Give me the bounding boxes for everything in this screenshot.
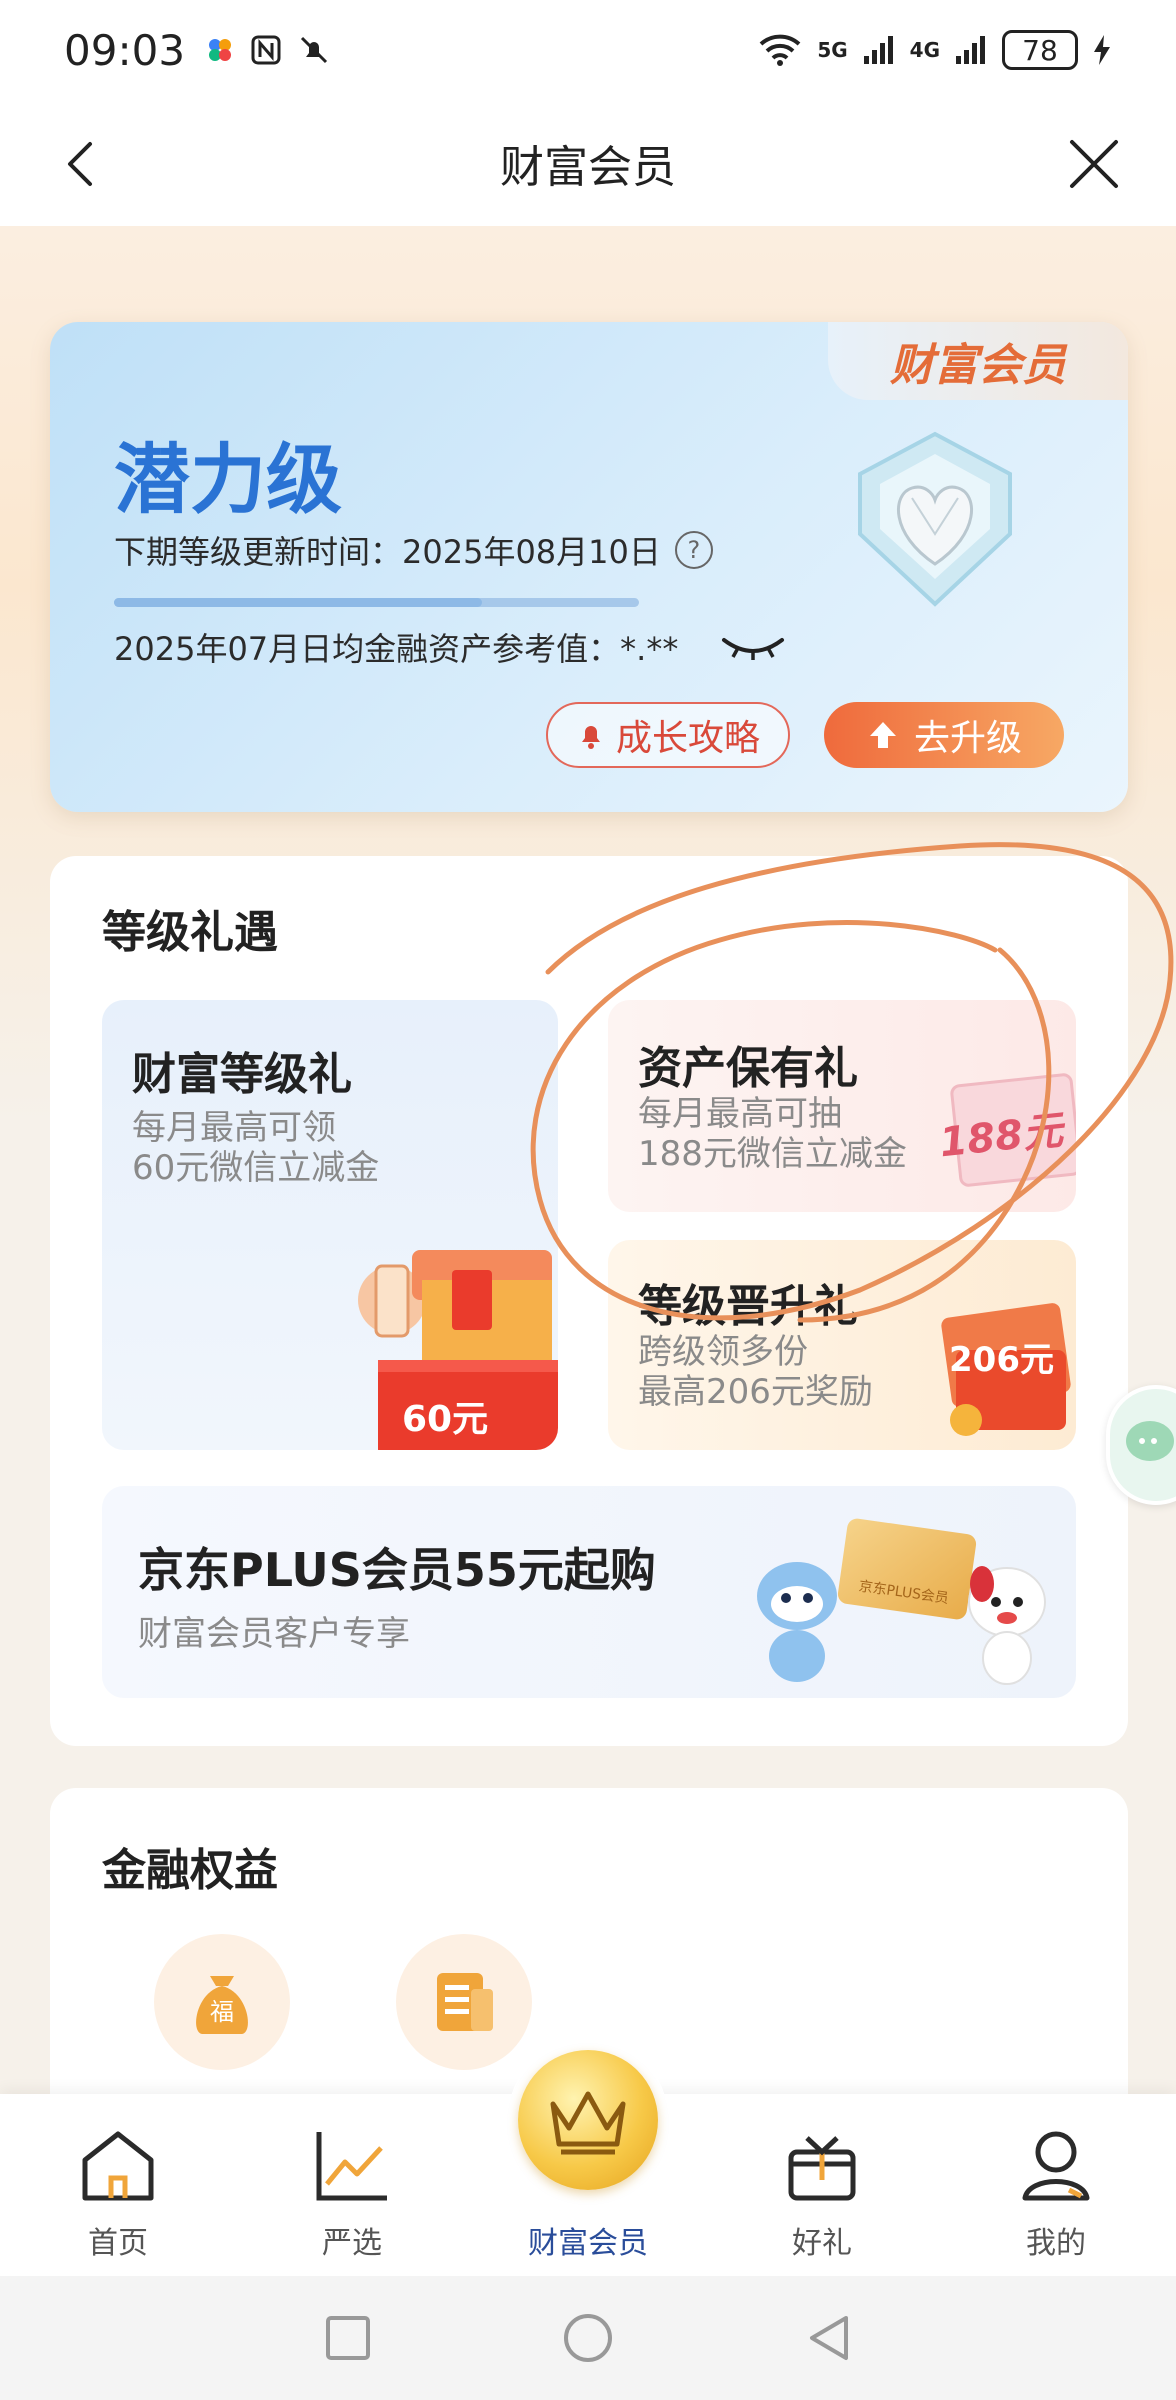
nav-bar: 财富会员 (0, 100, 1176, 226)
wealth-gift-title: 财富等级礼 (132, 1049, 352, 1100)
back-icon[interactable] (52, 134, 112, 194)
signal-icon-2 (956, 36, 985, 64)
plus-offer-title: 京东PLUS会员55元起购 (138, 1543, 656, 1597)
level-progress-fill (114, 598, 482, 607)
asset-reference: 2025年07月日均金融资产参考值：*.** (114, 630, 679, 668)
upgrade-gift-badge: 206元 (949, 1340, 1054, 1380)
chat-bubble-icon (1126, 1421, 1174, 1461)
tab-wealth-member-label: 财富会员 (528, 2226, 648, 2261)
tab-gifts[interactable]: 好礼 (732, 2094, 912, 2276)
tab-home-label: 首页 (88, 2226, 148, 2261)
wifi-icon (759, 34, 801, 66)
finance-title: 金融权益 (102, 1845, 278, 1896)
upgrade-gift-line1: 跨级领多份 (638, 1332, 808, 1372)
asset-holding-gift-tile[interactable]: 资产保有礼 每月最高可抽 188元微信立减金 188元 (608, 1000, 1076, 1212)
bottom-tab-bar: 首页 严选 财富会员 好礼 我的 (0, 2038, 1176, 2276)
network-4g-label: 4G (909, 38, 940, 62)
plus-offer-subtitle: 财富会员客户专享 (138, 1614, 410, 1654)
lucky-bag-char: 福 (210, 1997, 234, 2026)
jd-plus-offer-tile[interactable]: 京东PLUS会员55元起购 财富会员客户专享 京东PLUS会员 (102, 1486, 1076, 1698)
benefits-title: 等级礼遇 (102, 907, 278, 958)
home-icon (82, 2131, 154, 2201)
wealth-gift-badge: 60元 (402, 1399, 489, 1440)
help-icon[interactable]: ? (674, 531, 713, 569)
plus-card-label: 京东PLUS会员 (857, 1578, 950, 1607)
app-notification-icon (209, 39, 232, 61)
wealth-gift-line1: 每月最高可领 (132, 1108, 336, 1148)
document-benefit-icon[interactable] (396, 1934, 532, 2070)
home-circle-icon[interactable] (562, 2312, 614, 2364)
level-benefits-panel: 等级礼遇 财富等级礼 每月最高可领 60元微信立减金 60元 资产保有礼 每月最… (50, 856, 1128, 1746)
mascot-dog-icon (968, 1566, 1046, 1685)
tab-profile[interactable]: 我的 (966, 2094, 1146, 2276)
growth-guide-label: 成长攻略 (615, 718, 760, 759)
user-icon (1022, 2131, 1090, 2201)
back-triangle-icon[interactable] (804, 2312, 852, 2364)
level-upgrade-gift-tile[interactable]: 等级晋升礼 跨级领多份 最高206元奖励 206元 (608, 1240, 1076, 1450)
status-bar: 09:03 5G 4G 78 (0, 0, 1176, 100)
bell-icon (581, 726, 600, 749)
mute-icon (300, 36, 328, 64)
system-navigation-bar (0, 2276, 1176, 2400)
tab-selection[interactable]: 严选 (262, 2094, 442, 2276)
charging-icon (1094, 35, 1110, 65)
page-title: 财富会员 (500, 142, 676, 193)
status-time: 09:03 (64, 25, 186, 75)
asset-gift-line2: 188元微信立减金 (638, 1134, 907, 1174)
tab-profile-label: 我的 (1026, 2226, 1086, 2261)
network-5g-label: 5G (817, 38, 848, 62)
eye-closed-icon[interactable] (720, 632, 786, 662)
member-level: 潜力级 (114, 435, 342, 524)
asset-gift-title: 资产保有礼 (638, 1043, 858, 1094)
gift-icon (788, 2136, 856, 2201)
tab-selection-label: 严选 (322, 2226, 382, 2261)
diamond-badge-icon (858, 431, 1012, 607)
chart-icon (316, 2132, 387, 2201)
signal-icon (863, 36, 893, 64)
upgrade-arrow-icon (869, 722, 896, 748)
level-update-time: 下期等级更新时间：2025年08月10日 (114, 533, 661, 571)
tab-home[interactable]: 首页 (28, 2094, 208, 2276)
asset-gift-line1: 每月最高可抽 (638, 1094, 842, 1134)
level-progress-bar (114, 598, 639, 607)
mascot-dragon-icon (757, 1562, 837, 1682)
card-tag-label: 财富会员 (890, 340, 1066, 391)
wealth-gift-line2: 60元微信立减金 (132, 1148, 380, 1188)
wealth-level-gift-tile[interactable]: 财富等级礼 每月最高可领 60元微信立减金 60元 (102, 1000, 558, 1450)
document-icon (437, 1973, 493, 2031)
upgrade-gift-title: 等级晋升礼 (638, 1281, 858, 1332)
growth-guide-button[interactable]: 成长攻略 (546, 702, 790, 768)
membership-card: 财富会员 潜力级 下期等级更新时间：2025年08月10日 ? 2025年07月… (50, 322, 1128, 812)
upgrade-gift-line2: 最高206元奖励 (638, 1372, 873, 1412)
lucky-bag-icon[interactable]: 福 (154, 1934, 290, 2070)
upgrade-label: 去升级 (913, 718, 1022, 759)
tab-wealth-member[interactable]: 财富会员 (498, 2094, 678, 2276)
close-icon[interactable] (1064, 134, 1124, 194)
upgrade-button[interactable]: 去升级 (824, 702, 1064, 768)
recent-apps-icon[interactable] (324, 2314, 372, 2362)
battery-indicator: 78 (1002, 30, 1078, 70)
card-tag: 财富会员 (828, 322, 1128, 400)
nfc-icon (251, 35, 281, 65)
tab-gifts-label: 好礼 (792, 2226, 852, 2261)
